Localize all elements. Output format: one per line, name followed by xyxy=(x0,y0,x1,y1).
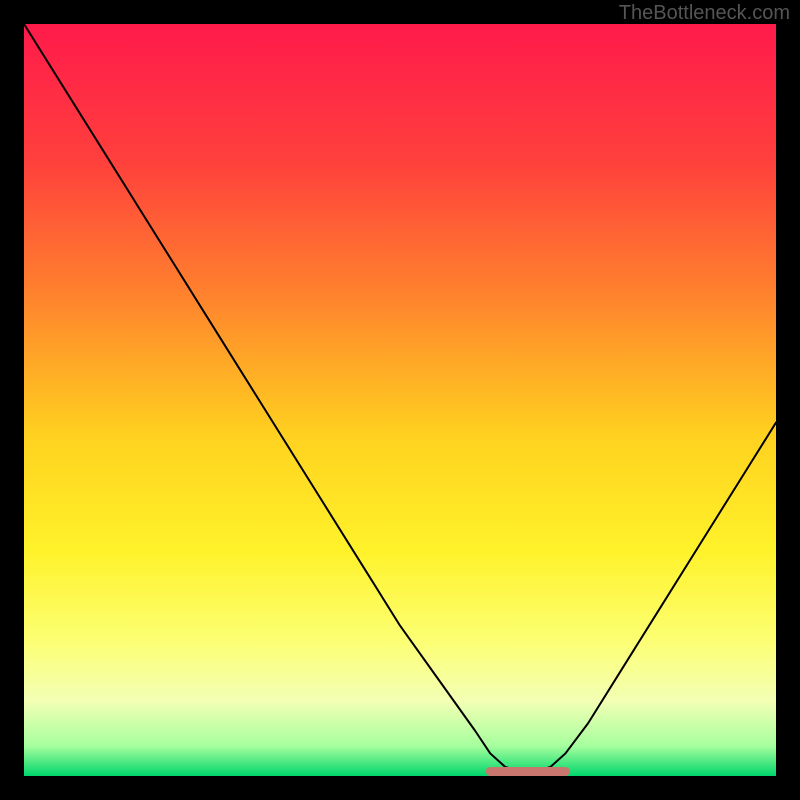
bottleneck-curve xyxy=(24,24,776,771)
chart-container: TheBottleneck.com xyxy=(0,0,800,800)
watermark-text: TheBottleneck.com xyxy=(619,2,790,25)
curve-layer xyxy=(24,24,776,776)
plot-area xyxy=(24,24,776,776)
